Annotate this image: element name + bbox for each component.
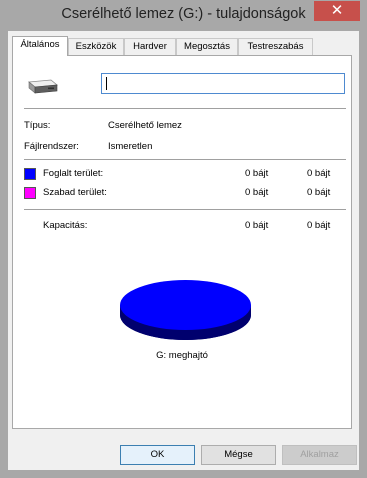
free-space-bytes: 0 bájt (245, 187, 269, 198)
type-value: Cserélhető lemez (108, 120, 182, 131)
separator (24, 108, 346, 109)
separator (24, 159, 346, 160)
ok-button[interactable]: OK (120, 445, 195, 465)
used-space-label: Foglalt terület: (43, 168, 104, 179)
drive-caption: G: meghajtó (156, 350, 208, 361)
text-caret (106, 77, 107, 90)
volume-label-input[interactable] (101, 73, 345, 94)
free-space-size: 0 bájt (307, 187, 331, 198)
cancel-button[interactable]: Mégse (201, 445, 276, 465)
properties-window: Cserélhető lemez (G:) - tulajdonságok ✕ … (0, 0, 367, 478)
close-button[interactable]: ✕ (314, 1, 360, 21)
dialog-client-area: Általános Eszközök Hardver Megosztás Tes… (8, 31, 359, 470)
apply-button[interactable]: Alkalmaz (282, 445, 357, 465)
pie-used-slice (120, 280, 251, 330)
tab-customize[interactable]: Testreszabás (238, 38, 313, 55)
filesystem-value: Ismeretlen (108, 141, 153, 152)
used-space-swatch (24, 168, 36, 180)
general-tab-panel: Típus: Cserélhető lemez Fájlrendszer: Is… (12, 55, 352, 429)
tab-general[interactable]: Általános (12, 36, 68, 56)
title-bar[interactable]: Cserélhető lemez (G:) - tulajdonságok ✕ (0, 0, 367, 32)
removable-drive-icon (28, 79, 58, 94)
filesystem-label: Fájlrendszer: (24, 141, 79, 152)
capacity-label: Kapacitás: (43, 220, 88, 231)
window-title: Cserélhető lemez (G:) - tulajdonságok (61, 6, 306, 22)
capacity-pie-chart (120, 280, 251, 340)
dialog-buttons: OK Mégse Alkalmaz (8, 439, 359, 467)
capacity-size: 0 bájt (307, 220, 331, 231)
separator (24, 209, 346, 210)
free-space-label: Szabad terület: (43, 187, 107, 198)
type-label: Típus: (24, 120, 51, 131)
capacity-bytes: 0 bájt (245, 220, 269, 231)
tab-tools[interactable]: Eszközök (68, 38, 124, 55)
tab-sharing[interactable]: Megosztás (176, 38, 238, 55)
tab-hardware[interactable]: Hardver (124, 38, 176, 55)
used-space-size: 0 bájt (307, 168, 331, 179)
free-space-swatch (24, 187, 36, 199)
used-space-bytes: 0 bájt (245, 168, 269, 179)
close-icon: ✕ (330, 2, 344, 19)
